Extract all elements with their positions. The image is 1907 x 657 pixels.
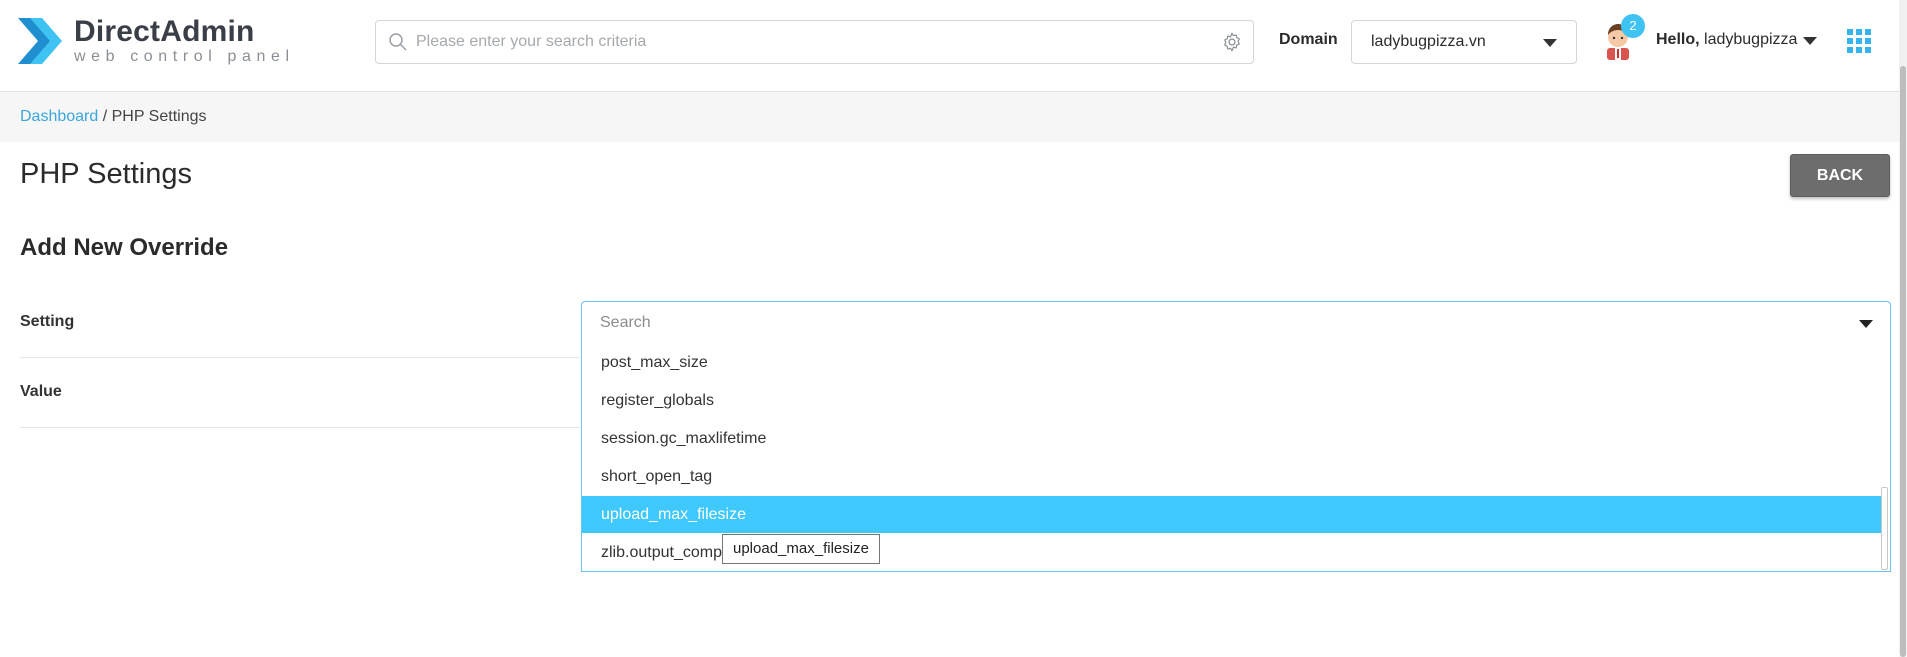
user-menu-chevron-icon[interactable] (1803, 37, 1817, 45)
row-divider (20, 357, 580, 358)
back-button[interactable]: BACK (1790, 154, 1890, 197)
dropdown-option[interactable]: post_max_size (582, 344, 1882, 381)
page-title: PHP Settings (20, 158, 192, 190)
domain-label: Domain (1279, 31, 1338, 48)
option-tooltip: upload_max_filesize (722, 534, 880, 564)
row-divider (20, 427, 580, 428)
global-search (375, 20, 1254, 64)
apps-grid-icon[interactable] (1847, 29, 1871, 53)
logo-subtitle: web control panel (74, 48, 295, 65)
dropdown-option[interactable]: register_globals (582, 382, 1882, 419)
chevron-down-icon[interactable] (1859, 320, 1873, 328)
section-title: Add New Override (20, 234, 229, 261)
domain-selected-value: ladybugpizza.vn (1371, 33, 1486, 50)
breadcrumb-dashboard-link[interactable]: Dashboard (20, 108, 98, 125)
setting-select[interactable] (581, 301, 1891, 345)
chevron-down-icon (1543, 39, 1557, 47)
logo-title: DirectAdmin (74, 15, 255, 48)
user-greeting[interactable]: Hello, ladybugpizza (1656, 31, 1797, 49)
directadmin-logo[interactable]: DirectAdmin web control panel (18, 14, 295, 68)
notification-badge[interactable]: 2 (1621, 14, 1645, 38)
breadcrumb: Dashboard / PHP Settings (0, 92, 1899, 142)
breadcrumb-current: PHP Settings (111, 108, 207, 125)
dropdown-option-selected[interactable]: upload_max_filesize (582, 496, 1882, 533)
value-label: Value (20, 383, 62, 400)
setting-search-input[interactable] (600, 302, 1800, 344)
greeting-label: Hello, (1656, 31, 1700, 48)
setting-label: Setting (20, 313, 75, 330)
top-header: DirectAdmin web control panel Domain lad… (0, 0, 1907, 92)
domain-select[interactable]: ladybugpizza.vn (1351, 20, 1577, 64)
dropdown-scrollbar[interactable] (1881, 487, 1888, 570)
username: ladybugpizza (1704, 31, 1798, 48)
dropdown-option[interactable]: short_open_tag (582, 458, 1882, 495)
page-scrollbar-thumb[interactable] (1900, 66, 1906, 657)
search-icon (389, 33, 407, 51)
search-input[interactable] (416, 21, 1196, 63)
page-scrollbar[interactable] (1899, 0, 1907, 657)
gear-icon[interactable] (1221, 31, 1243, 53)
logo-icon (18, 18, 62, 64)
breadcrumb-separator: / (98, 108, 112, 125)
dropdown-option[interactable]: session.gc_maxlifetime (582, 420, 1882, 457)
